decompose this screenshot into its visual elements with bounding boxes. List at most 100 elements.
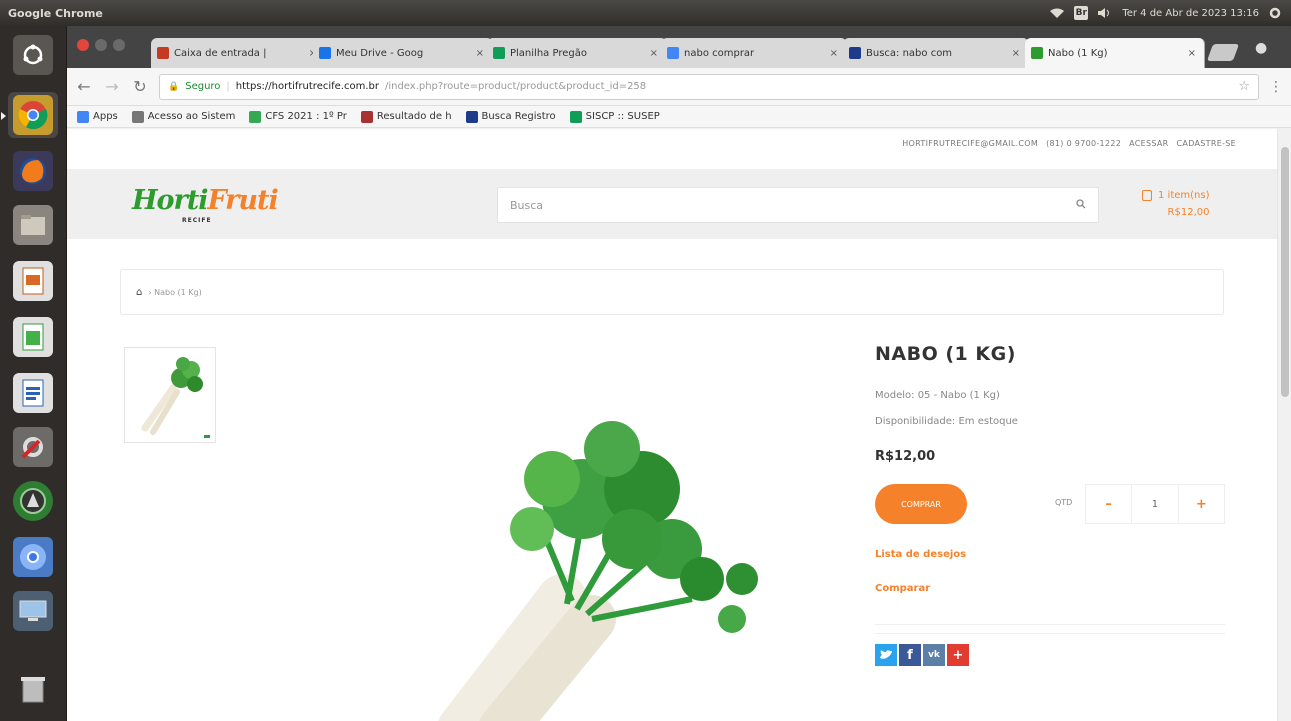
calc-icon xyxy=(13,317,53,357)
chrome-menu-icon[interactable]: ⋮ xyxy=(1269,79,1283,95)
bookmark-item[interactable]: SISCP :: SUSEP xyxy=(569,110,660,123)
browser-toolbar: ← → ↻ 🔒 Seguro | https://hortifrutrecife… xyxy=(67,68,1291,106)
compare-link[interactable]: Comparar xyxy=(875,572,1225,606)
cart-count: 1 item(ns) xyxy=(1158,190,1210,201)
bookmark-item[interactable]: Resultado de h xyxy=(360,110,452,123)
chrome-window: Caixa de entrada |×Meu Drive - Goog×Plan… xyxy=(67,26,1291,721)
url-separator: | xyxy=(226,81,230,92)
buy-button[interactable]: COMPRAR xyxy=(875,484,967,524)
ubuntu-logo-icon xyxy=(13,35,53,75)
product-main-image[interactable] xyxy=(232,339,852,721)
bookmark-favicon-icon xyxy=(569,110,582,123)
contact-email[interactable]: HORTIFRUTRECIFE@GMAIL.COM xyxy=(902,139,1038,148)
tab-close-icon[interactable]: × xyxy=(1188,48,1196,59)
launcher-writer[interactable] xyxy=(8,370,58,416)
home-icon[interactable]: ⌂ xyxy=(136,287,142,298)
launcher-impress[interactable] xyxy=(8,258,58,304)
bookmark-item[interactable]: CFS 2021 : 1º Pr xyxy=(249,110,347,123)
profile-icon[interactable]: ● xyxy=(1255,40,1267,56)
clock[interactable]: Ter 4 de Abr de 2023 13:16 xyxy=(1122,8,1259,19)
site-top-info: HORTIFRUTRECIFE@GMAIL.COM (81) 0 9700-12… xyxy=(902,139,1236,148)
vk-share-icon[interactable]: vk xyxy=(923,644,945,666)
maximize-window-button[interactable] xyxy=(113,39,125,51)
settings-gear-icon[interactable] xyxy=(1269,7,1281,19)
launcher-trash[interactable] xyxy=(8,666,58,712)
launcher-firefox[interactable] xyxy=(8,148,58,194)
facebook-share-icon[interactable]: f xyxy=(899,644,921,666)
bookmark-item[interactable]: Busca Registro xyxy=(465,110,556,123)
bookmark-item[interactable]: Apps xyxy=(77,110,118,123)
bookmark-favicon-icon xyxy=(131,110,144,123)
browser-tab[interactable]: nabo comprar × xyxy=(661,38,847,68)
launcher-dash-button[interactable] xyxy=(8,32,58,78)
browser-tab[interactable]: Meu Drive - Goog × xyxy=(313,38,493,68)
wifi-icon[interactable] xyxy=(1050,8,1065,18)
quantity-stepper: – 1 + xyxy=(1085,484,1225,524)
launcher-remote-desktop[interactable] xyxy=(8,588,58,634)
bookmarks-bar: Apps Acesso ao Sistem CFS 2021 : 1º Pr Resu… xyxy=(67,106,1291,128)
launcher-chrome[interactable] xyxy=(1,92,58,138)
tab-label: Busca: nabo com xyxy=(866,47,953,59)
product-availability: Disponibilidade: Em estoque xyxy=(875,416,1018,427)
tab-close-icon[interactable]: × xyxy=(1012,48,1020,59)
minimize-window-button[interactable] xyxy=(95,39,107,51)
tab-label: Caixa de entrada | xyxy=(174,47,267,59)
search-icon[interactable] xyxy=(1076,198,1086,212)
bookmark-item[interactable]: Acesso ao Sistem xyxy=(131,110,235,123)
tab-label: Meu Drive - Goog xyxy=(336,47,424,59)
launcher-files[interactable] xyxy=(8,202,58,248)
forward-arrow-icon[interactable]: → xyxy=(103,77,121,96)
quantity-increase-button[interactable]: + xyxy=(1177,485,1224,523)
quantity-input[interactable]: 1 xyxy=(1131,485,1177,523)
wishlist-link[interactable]: Lista de desejos xyxy=(875,538,1225,572)
product-thumbnail[interactable] xyxy=(124,347,216,443)
tab-close-icon[interactable]: × xyxy=(830,48,838,59)
thumbnail-indicator xyxy=(204,435,210,438)
browser-tab[interactable]: Planilha Pregão × xyxy=(487,38,667,68)
logo-part-b: Fruti xyxy=(207,185,278,216)
volume-icon[interactable] xyxy=(1098,8,1112,18)
new-tab-button[interactable] xyxy=(1206,44,1240,61)
chromium-icon xyxy=(13,537,53,577)
bookmark-label: Busca Registro xyxy=(481,111,556,122)
tab-close-icon[interactable]: × xyxy=(650,48,658,59)
tab-close-icon[interactable]: × xyxy=(476,48,484,59)
address-bar[interactable]: 🔒 Seguro | https://hortifrutrecife.com.b… xyxy=(159,73,1259,100)
browser-tab[interactable]: Busca: nabo com × xyxy=(843,38,1029,68)
breadcrumb-current[interactable]: › Nabo (1 Kg) xyxy=(148,288,201,297)
logo-text: HortiFruti xyxy=(132,185,279,216)
browser-tab[interactable]: Caixa de entrada |× xyxy=(151,38,326,68)
launcher xyxy=(0,26,67,721)
login-link[interactable]: ACESSAR xyxy=(1129,139,1168,148)
back-arrow-icon[interactable]: ← xyxy=(75,77,93,96)
app-title: Google Chrome xyxy=(8,6,103,20)
impress-icon xyxy=(13,261,53,301)
logo-part-a: Horti xyxy=(132,185,208,216)
keyboard-icon[interactable]: Br xyxy=(1074,6,1089,20)
product-links: Lista de desejos Comparar xyxy=(875,538,1225,606)
quantity-decrease-button[interactable]: – xyxy=(1086,485,1131,523)
reload-icon[interactable]: ↻ xyxy=(131,77,149,96)
page-scrollbar[interactable] xyxy=(1277,129,1291,721)
launcher-chromium[interactable] xyxy=(8,534,58,580)
browser-tab[interactable]: Nabo (1 Kg) × xyxy=(1025,38,1205,68)
bookmark-star-icon[interactable]: ☆ xyxy=(1238,79,1250,94)
more-share-icon[interactable]: + xyxy=(947,644,969,666)
launcher-software-updater[interactable] xyxy=(8,478,58,524)
launcher-settings[interactable] xyxy=(8,424,58,470)
web-page: HORTIFRUTRECIFE@GMAIL.COM (81) 0 9700-12… xyxy=(67,129,1291,721)
register-link[interactable]: CADASTRE-SE xyxy=(1177,139,1236,148)
files-icon xyxy=(13,205,53,245)
cart-button[interactable]: 1 item(ns) R$12,00 xyxy=(1142,187,1209,221)
bookmark-favicon-icon xyxy=(77,110,89,123)
system-tray: Br Ter 4 de Abr de 2023 13:16 xyxy=(1050,6,1291,20)
launcher-calc[interactable] xyxy=(8,314,58,360)
scrollbar-thumb[interactable] xyxy=(1281,147,1289,397)
close-window-button[interactable] xyxy=(77,39,89,51)
bookmark-label: Resultado de h xyxy=(376,111,452,122)
site-logo[interactable]: HortiFruti RECIFE xyxy=(122,185,279,229)
share-buttons: f vk + xyxy=(875,644,1225,666)
site-search-input[interactable]: Busca xyxy=(497,187,1099,223)
breadcrumb: ⌂ › Nabo (1 Kg) xyxy=(120,269,1224,315)
twitter-share-icon[interactable] xyxy=(875,644,897,666)
